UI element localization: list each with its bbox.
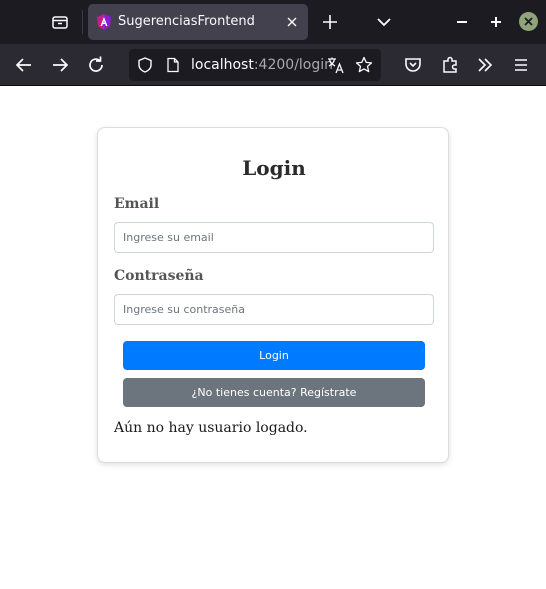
login-status-text: Aún no hay usuario logado. [114,420,308,436]
password-label: Contraseña [114,268,204,284]
page-icon[interactable] [165,57,181,73]
arrow-left-icon[interactable] [12,53,36,77]
register-button[interactable]: ¿No tienes cuenta? Regístrate [123,378,425,407]
hamburger-icon[interactable] [509,53,533,77]
url-host: localhost [191,57,254,73]
login-card: Login Email Contraseña Login ¿No tienes … [97,127,449,463]
close-icon[interactable] [284,14,300,30]
tab-sugerencias-frontend[interactable]: SugerenciasFrontend [88,4,308,40]
browser-toolbar: localhost:4200/login [0,44,546,86]
angular-favicon-icon [96,14,112,30]
window-close-icon[interactable] [519,12,538,31]
tab-separator [82,10,83,34]
email-label: Email [114,196,160,212]
star-icon[interactable] [355,56,373,74]
url-path: :4200/login [253,57,334,73]
pocket-icon[interactable] [401,53,425,77]
page-title: Login [242,156,306,180]
minimize-icon[interactable] [450,10,474,34]
chevron-down-icon[interactable] [372,10,396,34]
puzzle-icon[interactable] [438,53,462,77]
url-bar[interactable]: localhost:4200/login [129,49,381,81]
translate-icon[interactable] [327,56,345,74]
shield-icon[interactable] [137,57,153,73]
email-field[interactable] [114,222,434,253]
maximize-icon[interactable] [484,10,508,34]
password-field[interactable] [114,294,434,325]
url-text[interactable]: localhost:4200/login [191,57,333,73]
tab-list-icon[interactable] [46,8,74,36]
double-chevron-right-icon[interactable] [473,53,497,77]
reload-icon[interactable] [84,53,108,77]
tab-title: SugerenciasFrontend [118,14,255,29]
browser-tab-bar: SugerenciasFrontend [0,0,546,44]
plus-icon[interactable] [318,10,342,34]
arrow-right-icon[interactable] [48,53,72,77]
login-button[interactable]: Login [123,341,425,370]
